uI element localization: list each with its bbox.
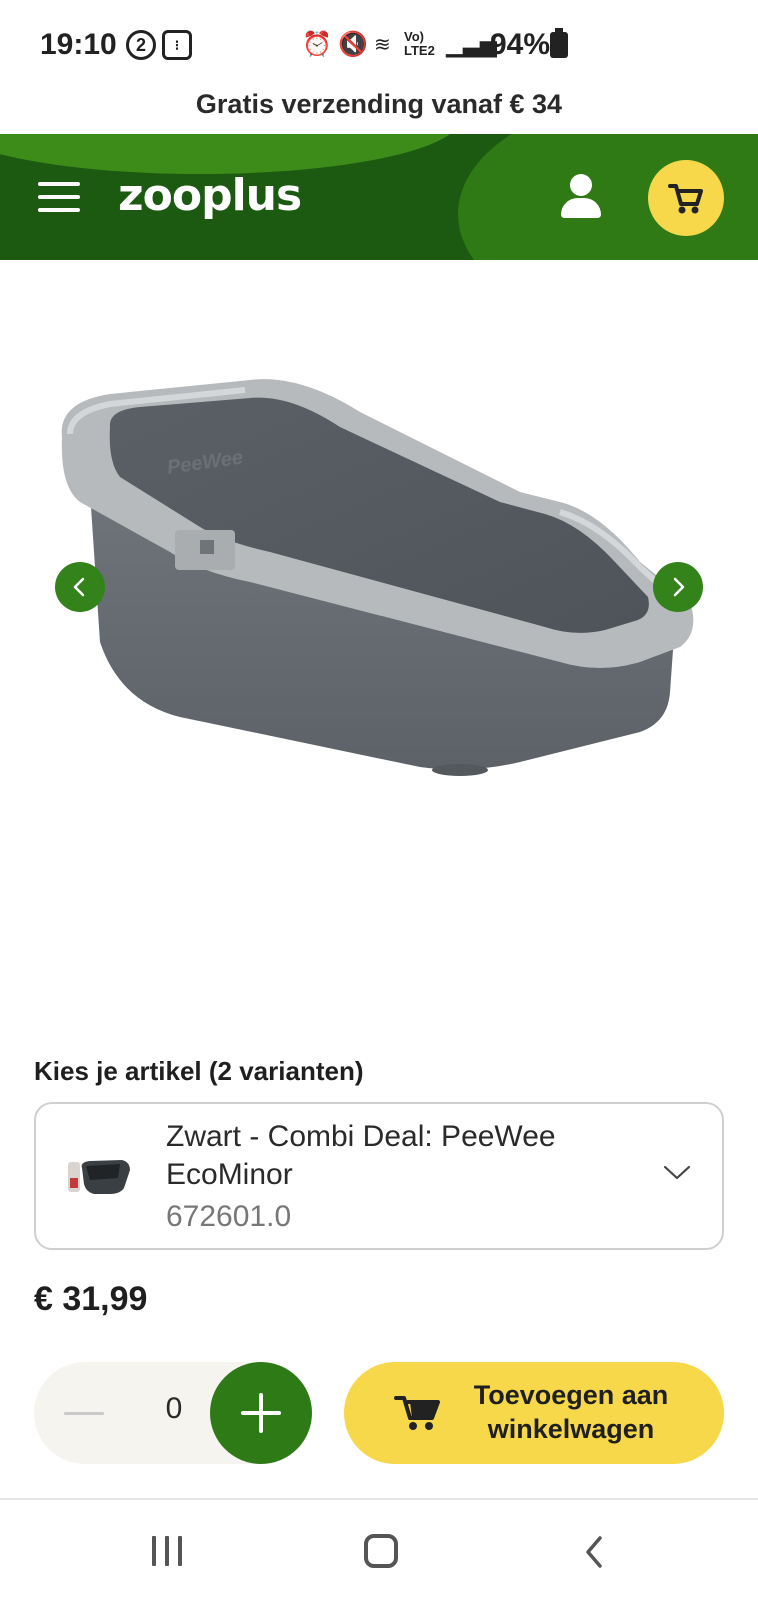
next-image-button[interactable] bbox=[653, 562, 703, 612]
alarm-icon: ⏰ bbox=[302, 31, 332, 58]
free-shipping-banner: Gratis verzending vanaf € 34 bbox=[195, 89, 563, 119]
chevron-left-icon bbox=[73, 577, 85, 597]
cart-button[interactable] bbox=[648, 160, 724, 236]
decrease-quantity-button[interactable] bbox=[64, 1394, 104, 1434]
minus-icon bbox=[64, 1412, 104, 1415]
product-price: € 31,99 bbox=[34, 1280, 148, 1318]
recent-apps-button[interactable] bbox=[152, 1536, 184, 1566]
zooplus-logo[interactable]: zooplus bbox=[118, 170, 302, 221]
battery-percentage: 94% bbox=[490, 28, 551, 61]
product-image[interactable]: PeeWee bbox=[0, 262, 758, 1002]
increase-quantity-button[interactable] bbox=[210, 1362, 312, 1464]
chevron-right-icon bbox=[673, 577, 685, 597]
variant-sku: 672601.0 bbox=[166, 1200, 292, 1233]
app-notification-icon: ⁝ bbox=[162, 30, 192, 60]
cart-icon bbox=[394, 1396, 440, 1430]
variant-heading: Kies je artikel (2 varianten) bbox=[34, 1056, 364, 1086]
add-to-cart-button[interactable]: Toevoegen aan winkelwagen bbox=[344, 1362, 724, 1464]
chevron-down-icon bbox=[663, 1165, 691, 1180]
variant-thumbnail bbox=[68, 1160, 130, 1194]
status-time: 19:10 bbox=[40, 28, 117, 61]
wifi-icon: ≋ bbox=[374, 34, 391, 56]
cart-icon bbox=[668, 184, 703, 214]
back-button[interactable] bbox=[582, 1534, 606, 1570]
mute-icon: 🔇 bbox=[338, 31, 368, 58]
volte-icon: Vo) LTE2 bbox=[404, 29, 435, 58]
previous-image-button[interactable] bbox=[55, 562, 105, 612]
quantity-value[interactable]: 0 bbox=[154, 1392, 194, 1426]
variant-name: Zwart - Combi Deal: PeeWee EcoMinor bbox=[166, 1120, 556, 1191]
litter-box-illustration: PeeWee bbox=[61, 379, 694, 776]
menu-icon[interactable] bbox=[38, 182, 80, 212]
account-icon[interactable] bbox=[561, 174, 601, 220]
notification-count-badge: 2 bbox=[126, 30, 156, 60]
quantity-stepper: 0 bbox=[34, 1362, 312, 1464]
variant-dropdown[interactable]: Zwart - Combi Deal: PeeWee EcoMinor 6726… bbox=[34, 1102, 724, 1250]
home-button[interactable] bbox=[364, 1534, 398, 1568]
site-header: zooplus bbox=[0, 134, 758, 260]
battery-icon bbox=[550, 28, 568, 58]
system-navigation-bar bbox=[0, 1500, 758, 1600]
add-to-cart-label: Toevoegen aan winkelwagen bbox=[473, 1380, 669, 1444]
status-bar: 19:10 2 ⁝ ⏰ 🔇 ≋ Vo) LTE2 ▁▃▅ 94% bbox=[0, 0, 758, 88]
